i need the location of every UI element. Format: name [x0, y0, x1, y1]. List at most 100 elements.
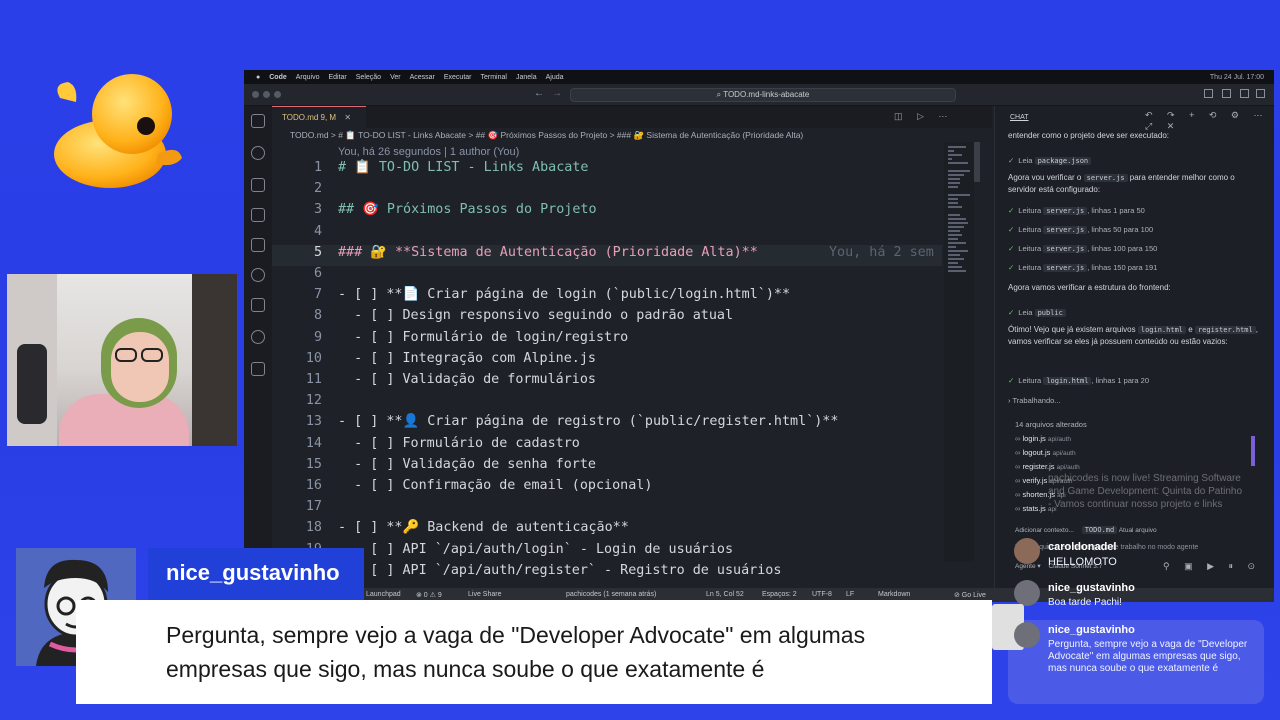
source-control-icon[interactable]	[251, 178, 265, 192]
chat-read-package[interactable]: ✓ Leia package.json	[1008, 156, 1092, 165]
explorer-icon[interactable]	[251, 114, 265, 128]
code-line[interactable]: 10 - [ ] Integração com Alpine.js	[272, 351, 942, 372]
line-number: 4	[313, 223, 322, 239]
status-encoding[interactable]: UTF-8	[812, 591, 832, 598]
status-go-live[interactable]: ⊘ Go Live	[954, 591, 986, 599]
changed-file-item[interactable]: ∞ logout.js api/auth	[1015, 448, 1076, 457]
live-share-icon[interactable]	[251, 362, 265, 376]
line-text: - [ ] Formulário de login/registro	[338, 329, 629, 345]
toggle-secondary-sidebar-icon[interactable]	[1240, 89, 1249, 98]
code-line[interactable]: 6	[272, 266, 942, 287]
code-line[interactable]: 8 - [ ] Design responsivo seguindo o pad…	[272, 308, 942, 329]
code-line[interactable]: 17	[272, 499, 942, 520]
add-context-button[interactable]: Adicionar contexto... TODO.md Atual arqu…	[1015, 526, 1157, 534]
chat-username: nice_gustavinho	[1048, 582, 1135, 594]
search-icon[interactable]	[251, 146, 265, 160]
changed-file-item[interactable]: ∞ register.js api/auth	[1015, 462, 1080, 471]
toggle-panel-icon[interactable]	[1222, 89, 1231, 98]
menu-selecao[interactable]: Seleção	[356, 74, 381, 81]
forward-arrow-icon[interactable]: →	[552, 88, 562, 99]
line-text: - [ ] Validação de formulários	[338, 372, 596, 387]
status-eol[interactable]: LF	[846, 591, 854, 598]
status-live-share[interactable]: Live Share	[468, 591, 501, 598]
menu-arquivo[interactable]: Arquivo	[296, 74, 320, 81]
code-line[interactable]: 16 - [ ] Confirmação de email (opcional)	[272, 478, 942, 499]
chat-read-server[interactable]: ✓ Leitura server.js, linhas 50 para 100	[1008, 225, 1153, 234]
status-launchpad[interactable]: Launchpad	[366, 591, 401, 598]
menu-terminal[interactable]: Terminal	[481, 74, 507, 81]
status-problems[interactable]: ⊗ 0 ⚠ 9	[416, 591, 442, 599]
minimap-line	[948, 266, 962, 268]
code-line[interactable]: 4	[272, 224, 942, 245]
apple-icon[interactable]: ●	[256, 74, 260, 81]
close-window-icon[interactable]	[252, 91, 259, 98]
toggle-sidebar-icon[interactable]	[1204, 89, 1213, 98]
chat-read-public[interactable]: ✓ Leia public	[1008, 308, 1066, 317]
output-log-icon[interactable]	[251, 238, 265, 252]
chat-read-server[interactable]: ✓ Leitura server.js, linhas 150 para 191	[1008, 263, 1157, 272]
menu-janela[interactable]: Janela	[516, 74, 537, 81]
minimize-window-icon[interactable]	[263, 91, 270, 98]
status-language[interactable]: Markdown	[878, 591, 910, 598]
customize-layout-icon[interactable]	[1256, 89, 1265, 98]
code-line[interactable]: 1 # 📋 TO-DO LIST - Links Abacate	[272, 160, 942, 181]
command-center-search[interactable]: ⌕ TODO.md-links-abacate	[570, 88, 956, 102]
code-line[interactable]: 20 - [ ] API `/api/auth/register` - Regi…	[272, 563, 942, 584]
tab-todo-md[interactable]: TODO.md 9, M ✕	[272, 106, 366, 128]
changed-files-header[interactable]: 14 arquivos alterados	[1015, 420, 1087, 429]
changed-file-item[interactable]: ∞ login.js api/auth	[1015, 434, 1071, 443]
minimap-line	[948, 222, 968, 224]
chat-username: nice_gustavinho	[1048, 624, 1135, 636]
code-line[interactable]: 14 - [ ] Formulário de cadastro	[272, 436, 942, 457]
close-tab-icon[interactable]: ✕	[344, 113, 351, 122]
github-icon[interactable]	[251, 330, 265, 344]
breadcrumb[interactable]: TODO.md > # 📋 TO-DO LIST - Links Abacate…	[290, 130, 803, 141]
chat-toolbar-icons[interactable]: ↶ ↷ + ⟲ ⚙ ⋯ ⤢ ✕	[1145, 110, 1274, 132]
code-line[interactable]: 19 - [ ] API `/api/auth/login` - Login d…	[272, 542, 942, 563]
code-line[interactable]: 12	[272, 393, 942, 414]
code-line[interactable]: 15 - [ ] Validação de senha forte	[272, 457, 942, 478]
chat-read-server[interactable]: ✓ Leitura server.js, linhas 1 para 50	[1008, 206, 1145, 215]
menu-acessar[interactable]: Acessar	[410, 74, 435, 81]
line-number: 2	[313, 181, 322, 197]
minimap[interactable]	[944, 142, 974, 562]
code-line[interactable]: 2	[272, 181, 942, 202]
editor-tab-bar: TODO.md 9, M ✕ ◫ ▷ ⋯	[272, 106, 992, 128]
status-git-blame[interactable]: pachicodes (1 semana atrás)	[566, 591, 656, 598]
run-debug-icon[interactable]	[251, 268, 265, 282]
chat-read-login[interactable]: ✓ Leitura login.html, linhas 1 para 20	[1008, 376, 1149, 385]
menu-ver[interactable]: Ver	[390, 74, 401, 81]
line-number: 9	[313, 329, 322, 345]
code-line[interactable]: 5 ### 🔐 **Sistema de Autenticação (Priori…	[272, 244, 942, 266]
code-line[interactable]: 7 - [ ] **📄 Criar página de login (`publi…	[272, 287, 942, 308]
code-line[interactable]: 3 ## 🎯 Próximos Passos do Projeto	[272, 202, 942, 223]
zoom-window-icon[interactable]	[274, 91, 281, 98]
editor-scrollbar[interactable]	[974, 142, 980, 182]
status-indentation[interactable]: Espaços: 2	[762, 591, 797, 598]
code-line[interactable]: 11 - [ ] Validação de formulários	[272, 372, 942, 393]
menu-code[interactable]: Code	[269, 74, 287, 81]
back-arrow-icon[interactable]: ←	[534, 88, 544, 99]
copilot-chat-panel: CHAT ↶ ↷ + ⟲ ⚙ ⋯ ⤢ ✕ entender como o pro…	[994, 106, 1274, 588]
editor-actions-icon[interactable]: ◫ ▷ ⋯	[894, 111, 953, 122]
extensions-icon[interactable]	[251, 208, 265, 222]
line-number: 11	[305, 372, 322, 387]
check-icon: ✓	[1008, 263, 1015, 272]
code-editor[interactable]: 1 # 📋 TO-DO LIST - Links Abacate 2 3 ## 🎯 Pr…	[272, 160, 942, 590]
git-blame-codelens[interactable]: You, há 26 segundos | 1 author (You)	[338, 146, 519, 158]
changed-files-scrollbar[interactable]	[1251, 436, 1255, 466]
code-line[interactable]: 9 - [ ] Formulário de login/registro	[272, 330, 942, 351]
line-text: - [ ] Confirmação de email (opcional)	[338, 478, 653, 493]
menu-executar[interactable]: Executar	[444, 74, 472, 81]
menu-editar[interactable]: Editar	[328, 74, 346, 81]
chat-read-server[interactable]: ✓ Leitura server.js, linhas 100 para 150	[1008, 244, 1157, 253]
line-text: - [ ] Validação de senha forte	[338, 456, 596, 472]
chat-message-text: HELLOMOTO	[1048, 556, 1117, 568]
webcam-feed	[7, 274, 237, 446]
code-line[interactable]: 18 - [ ] **🔑 Backend de autenticação**	[272, 520, 942, 541]
remote-explorer-icon[interactable]	[251, 298, 265, 312]
menu-ajuda[interactable]: Ajuda	[546, 74, 564, 81]
status-cursor-position[interactable]: Ln 5, Col 52	[706, 591, 744, 598]
code-line[interactable]: 13 - [ ] **👤 Criar página de registro (`p…	[272, 414, 942, 435]
line-number: 18	[305, 520, 322, 536]
